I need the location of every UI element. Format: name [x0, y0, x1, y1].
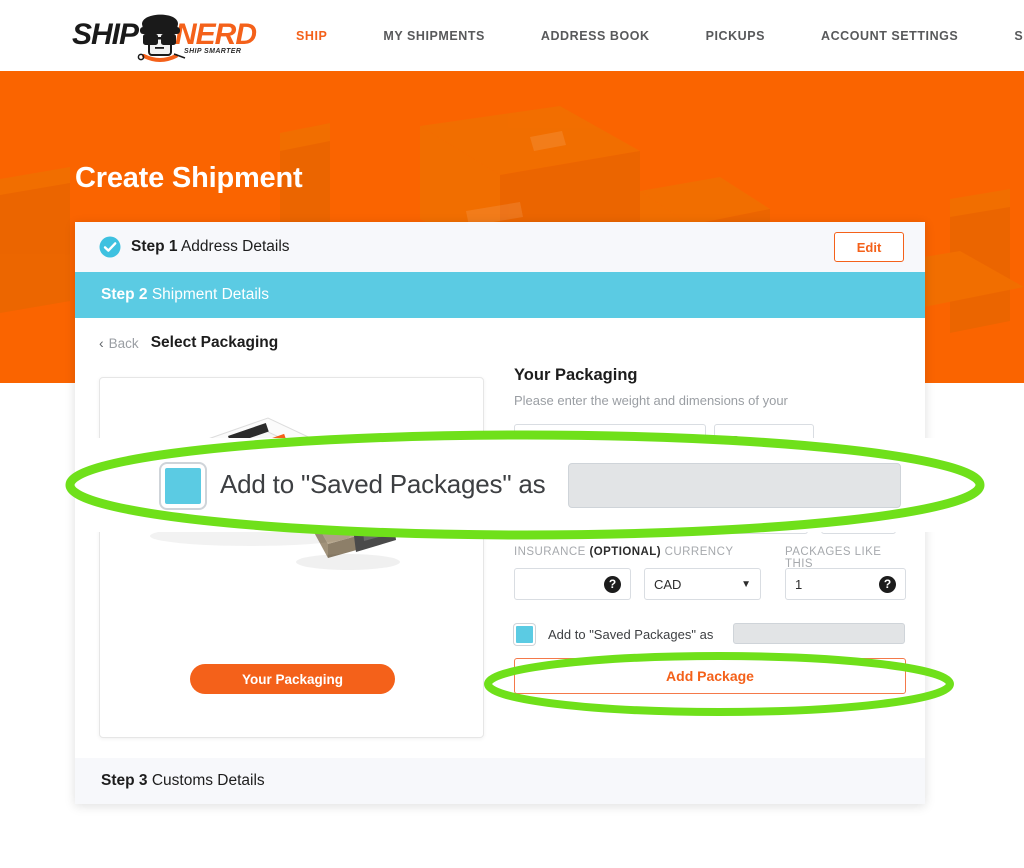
save-package-row: Add to "Saved Packages" as [514, 622, 906, 646]
nav-item-account-settings[interactable]: ACCOUNT SETTINGS [793, 29, 986, 43]
insurance-field: ? [514, 568, 631, 600]
nav-items: SHIP MY SHIPMENTS ADDRESS BOOK PICKUPS A… [268, 0, 1024, 71]
packaging-form: Your Packaging Please enter the weight a… [514, 366, 906, 694]
packages-field: 1 ? [785, 568, 906, 600]
currency-label: CURRENCY [664, 546, 734, 558]
nav-item-my-shipments[interactable]: MY SHIPMENTS [355, 29, 513, 43]
nav-item-address-book[interactable]: ADDRESS BOOK [513, 29, 678, 43]
page-title: Create Shipment [75, 162, 303, 194]
step-2-label: Step 2 Shipment Details [101, 286, 269, 304]
back-link-label: Back [108, 335, 139, 351]
currency-select[interactable]: CAD ▼ [644, 568, 761, 600]
nav-item-shipnerd[interactable]: SHIPNERD [986, 29, 1024, 43]
magnified-save-package-name-input[interactable] [568, 463, 901, 508]
magnified-save-package-checkbox[interactable] [161, 464, 205, 508]
step-2-name: Shipment Details [151, 286, 269, 303]
insurance-label-text: INSURANCE [514, 546, 586, 558]
step-2-number: Step 2 [101, 286, 148, 303]
save-package-checkbox[interactable] [514, 623, 535, 645]
nav-item-ship[interactable]: SHIP [268, 29, 355, 43]
save-package-label: Add to "Saved Packages" as [548, 626, 714, 642]
add-package-button[interactable]: Add Package [514, 658, 906, 694]
packages-count-input[interactable]: 1 ? [785, 568, 906, 600]
top-navigation-bar: SHIP NERD SHIP SMARTER SHIP MY SHIPMENTS… [0, 0, 1024, 71]
currency-field: CAD ▼ [644, 568, 761, 600]
step-2-row[interactable]: Step 2 Shipment Details [75, 272, 925, 318]
insurance-help-icon[interactable]: ? [604, 575, 621, 593]
step-1-name: Address Details [180, 238, 290, 255]
select-packaging-subheader: ‹ Back Select Packaging [75, 318, 925, 368]
step-3-label: Step 3 Customs Details [101, 772, 265, 790]
your-packaging-button[interactable]: Your Packaging [190, 664, 395, 694]
subheader-title: Select Packaging [150, 334, 279, 351]
your-packaging-tile[interactable]: Your Packaging [99, 377, 484, 738]
packages-count-value: 1 [795, 576, 803, 592]
currency-value: CAD [654, 576, 682, 592]
logo-tagline: SHIP SMARTER [184, 48, 242, 55]
step-3-number: Step 3 [101, 772, 148, 789]
magnified-save-package-label: Add to "Saved Packages" as [220, 469, 546, 499]
step-3-row[interactable]: Step 3 Customs Details [75, 758, 925, 804]
form-subtitle: Please enter the weight and dimensions o… [514, 393, 788, 408]
step-1-number: Step 1 [131, 238, 178, 255]
packages-like-this-label: PACKAGES LIKE THIS [785, 546, 882, 570]
insurance-label: INSURANCE (OPTIONAL) CURRENCY [514, 546, 733, 558]
shipnerd-logo[interactable]: SHIP NERD SHIP SMARTER [72, 8, 257, 64]
logo-text-ship: SHIP [72, 18, 139, 51]
step-1-row[interactable]: Step 1 Address Details Edit [75, 222, 925, 272]
check-circle-icon [99, 236, 121, 258]
back-link[interactable]: ‹ Back [99, 335, 139, 351]
step-1-label: Step 1 Address Details [131, 238, 290, 256]
page-root: SHIP NERD SHIP SMARTER SHIP MY SHIPMENTS… [0, 0, 1024, 868]
magnified-save-package-callout: Add to "Saved Packages" as [85, 438, 935, 532]
edit-button[interactable]: Edit [834, 232, 904, 262]
chevron-left-icon: ‹ [99, 335, 104, 351]
step-3-name: Customs Details [151, 772, 265, 789]
form-title: Your Packaging [514, 366, 638, 384]
nerd-mascot-icon [137, 14, 186, 62]
save-package-name-input[interactable] [733, 623, 905, 644]
nav-item-pickups[interactable]: PICKUPS [678, 29, 793, 43]
insurance-input[interactable]: ? [514, 568, 631, 600]
chevron-down-icon: ▼ [741, 578, 751, 590]
packages-help-icon[interactable]: ? [879, 575, 896, 593]
insurance-label-optional: (OPTIONAL) [589, 546, 662, 558]
